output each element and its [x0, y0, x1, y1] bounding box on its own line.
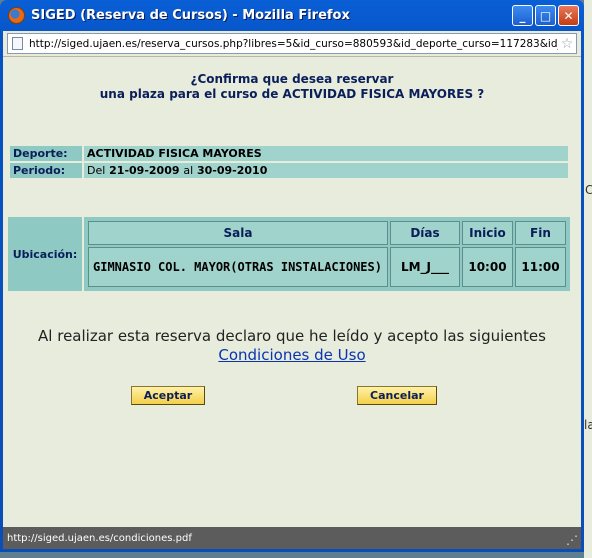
address-bar-container: http://siged.ujaen.es/reserva_cursos.php… [3, 31, 581, 57]
question-line-2: una plaza para el curso de ACTIVIDAD FIS… [99, 87, 485, 101]
declaration-line: Al realizar esta reserva declaro que he … [38, 327, 546, 345]
cell-fin: 11:00 [514, 247, 566, 287]
bookmark-star-icon[interactable]: ☆ [558, 36, 576, 52]
page-icon [12, 37, 23, 50]
confirmation-question: ¿Confirma que desea reservar una plaza p… [3, 72, 581, 102]
deporte-row: Deporte: ACTIVIDAD FISICA MAYORES [10, 146, 568, 161]
periodo-start: 21-09-2009 [109, 164, 180, 177]
minimize-button[interactable]: _ [512, 5, 533, 26]
maximize-button[interactable]: □ [535, 5, 556, 26]
sala-table: Sala Días Inicio Fin GIMNASIO COL. MAYOR… [86, 219, 568, 289]
question-line-1: ¿Confirma que desea reservar [190, 72, 394, 86]
close-button[interactable]: ✕ [558, 5, 579, 26]
table-row: GIMNASIO COL. MAYOR(OTRAS INSTALACIONES)… [88, 247, 566, 287]
cell-dias: LM_J___ [389, 247, 460, 287]
firefox-icon [8, 7, 25, 24]
deporte-value: ACTIVIDAD FISICA MAYORES [84, 146, 568, 161]
status-bar: http://siged.ujaen.es/condiciones.pdf ⋰ [3, 527, 581, 549]
deporte-label: Deporte: [10, 146, 82, 161]
cell-sala: GIMNASIO COL. MAYOR(OTRAS INSTALACIONES) [88, 247, 388, 287]
window-controls: _ □ ✕ [512, 5, 579, 26]
conditions-link[interactable]: Condiciones de Uso [218, 346, 365, 364]
periodo-label: Periodo: [10, 163, 82, 178]
header-dias: Días [389, 221, 460, 245]
course-info-table: Deporte: ACTIVIDAD FISICA MAYORES Period… [8, 144, 570, 180]
background-text-fragment: la [584, 418, 592, 432]
status-text: http://siged.ujaen.es/condiciones.pdf [7, 532, 192, 544]
resize-grip-icon[interactable]: ⋰ [566, 533, 578, 547]
periodo-end: 30-09-2010 [197, 164, 268, 177]
periodo-value: Del 21-09-2009 al 30-09-2010 [84, 163, 568, 178]
header-sala: Sala [88, 221, 388, 245]
cancel-button[interactable]: Cancelar [357, 386, 437, 405]
accept-button[interactable]: Aceptar [131, 386, 205, 405]
title-bar[interactable]: SIGED (Reserva de Cursos) - Mozilla Fire… [3, 0, 581, 31]
periodo-mid: al [183, 164, 194, 177]
url-text[interactable]: http://siged.ujaen.es/reserva_cursos.php… [29, 38, 558, 50]
cell-inicio: 10:00 [461, 247, 513, 287]
address-bar[interactable]: http://siged.ujaen.es/reserva_cursos.php… [7, 33, 577, 54]
header-fin: Fin [514, 221, 566, 245]
ubicacion-box: Sala Días Inicio Fin GIMNASIO COL. MAYOR… [84, 217, 570, 291]
ubicacion-label: Ubicación: [8, 217, 82, 291]
sala-header-row: Sala Días Inicio Fin [88, 221, 566, 245]
declaration-text: Al realizar esta reserva declaro que he … [3, 327, 581, 365]
background-page [584, 0, 592, 558]
firefox-popup-window: SIGED (Reserva de Cursos) - Mozilla Fire… [0, 0, 584, 552]
header-inicio: Inicio [461, 221, 513, 245]
periodo-prefix: Del [87, 164, 106, 177]
window-title: SIGED (Reserva de Cursos) - Mozilla Fire… [31, 8, 350, 23]
ubicacion-section: Ubicación: Sala Días Inicio Fin GIMNASIO… [8, 217, 570, 291]
periodo-row: Periodo: Del 21-09-2009 al 30-09-2010 [10, 163, 568, 178]
background-text-fragment: C [585, 183, 592, 197]
page-content: ¿Confirma que desea reservar una plaza p… [3, 57, 581, 527]
